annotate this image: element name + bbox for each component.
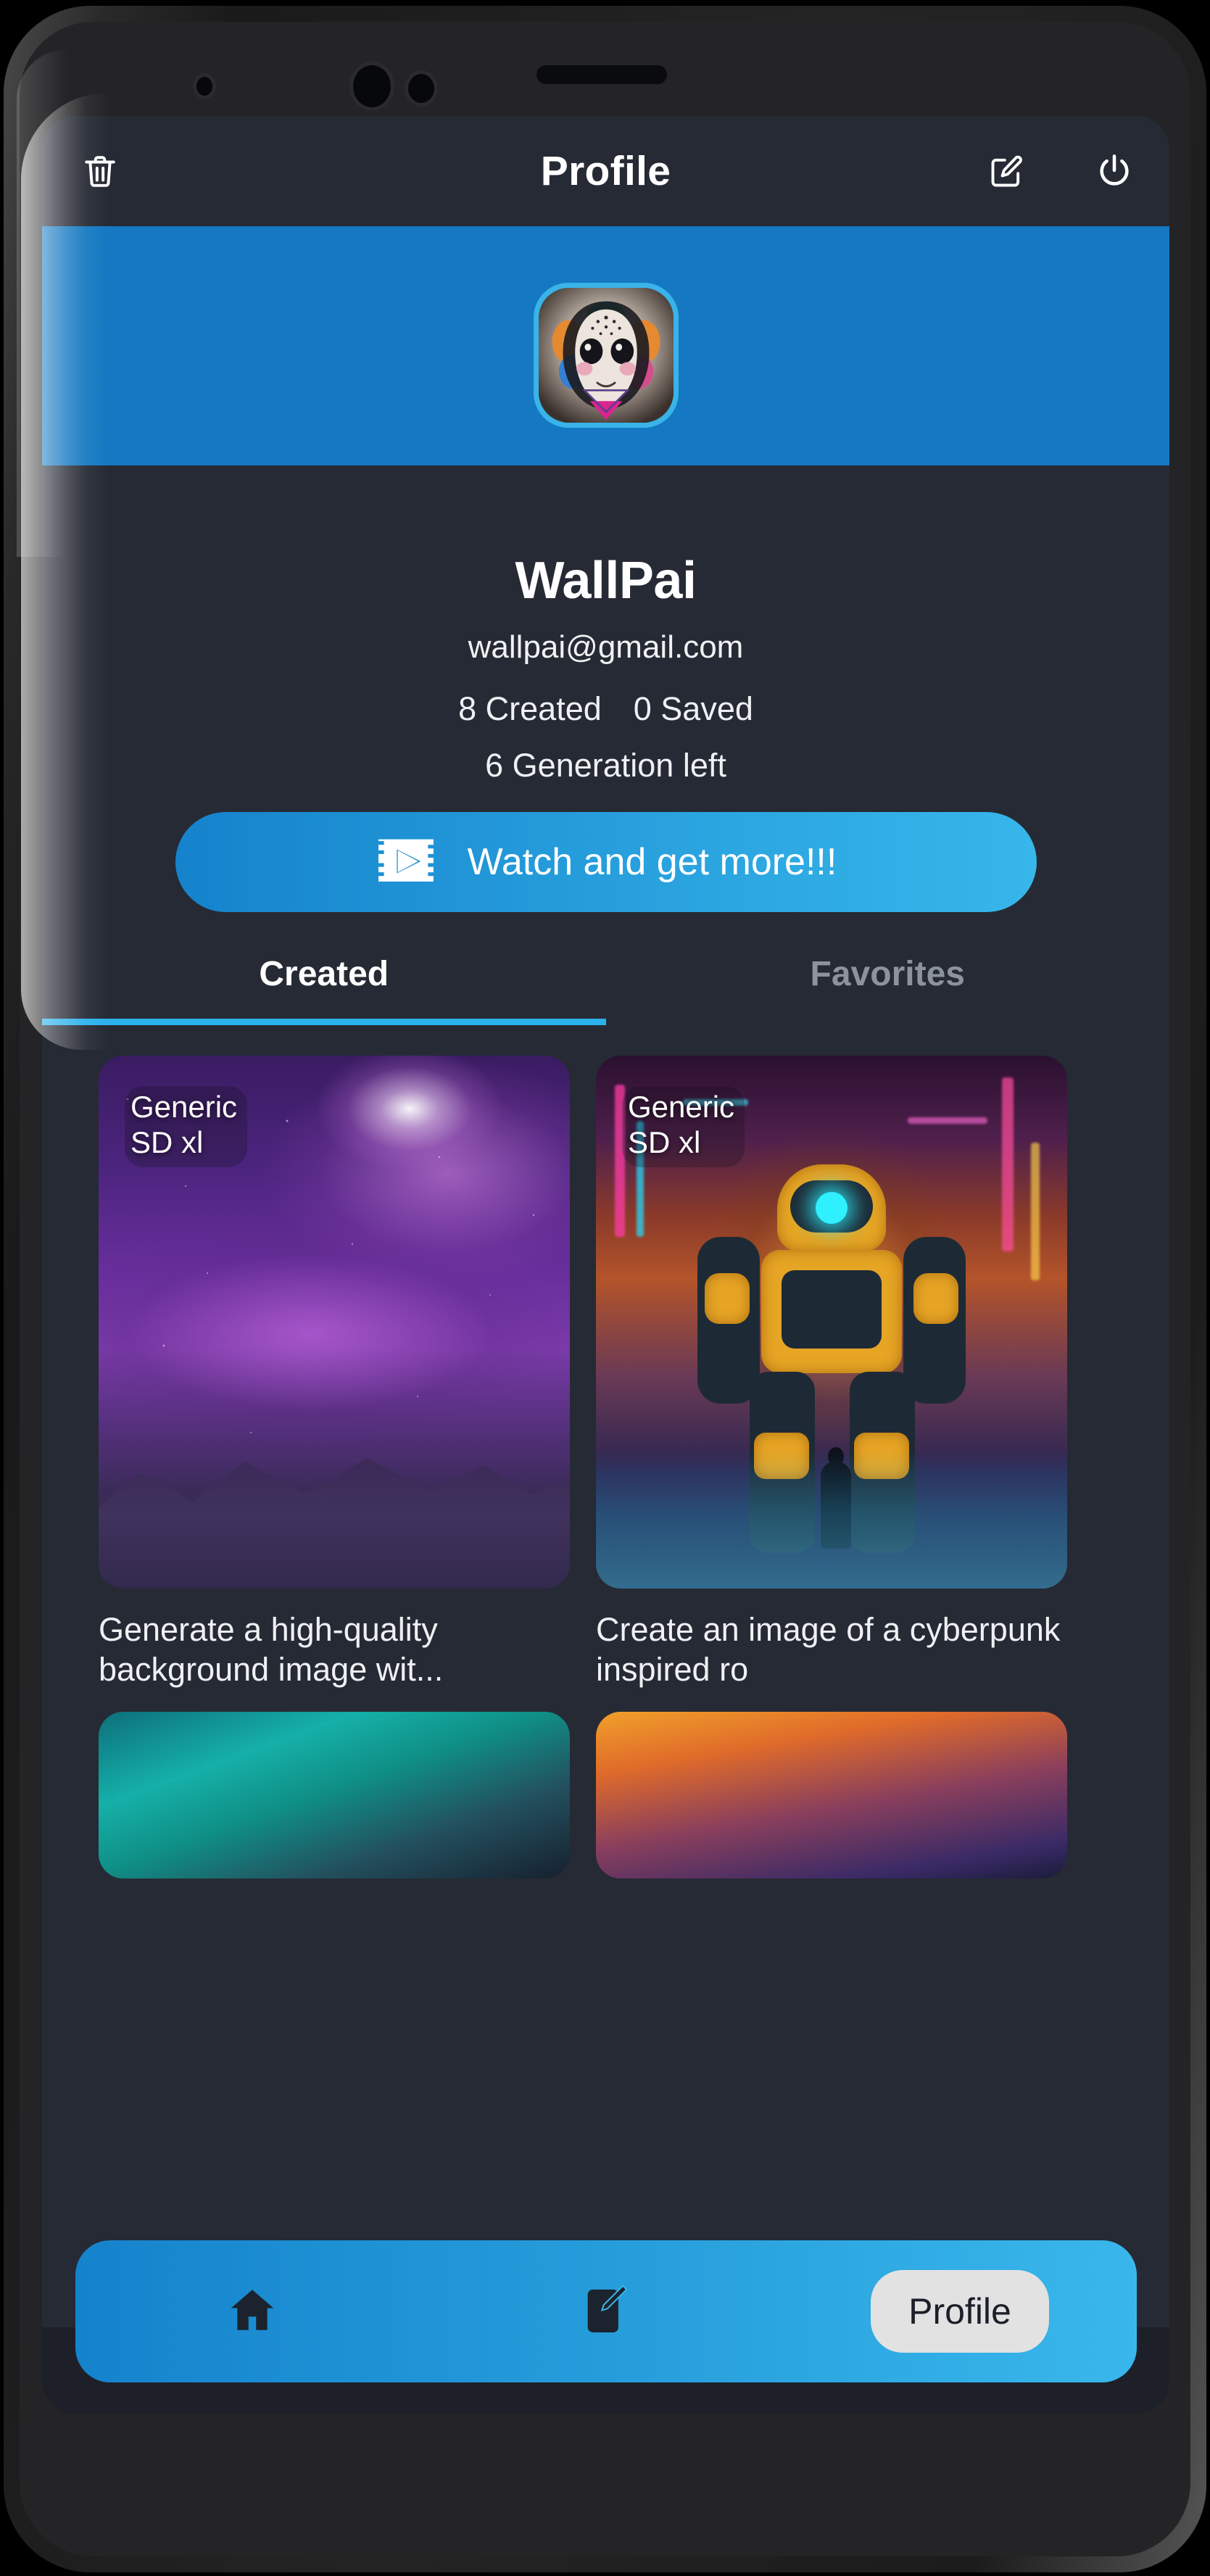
thumbnail-image[interactable]: Generic SD xl — [99, 1056, 570, 1589]
list-item[interactable] — [99, 1711, 570, 1879]
thumbnail-image[interactable] — [99, 1711, 570, 1879]
list-item[interactable]: Generic SD xl Create an image of a cyber… — [596, 1056, 1067, 1690]
bottom-navigation-bar: Profile — [75, 2240, 1137, 2382]
avatar[interactable] — [533, 283, 679, 428]
nav-item-create[interactable] — [429, 2283, 783, 2340]
list-item[interactable]: Generic SD xl Generate a high-quality ba… — [99, 1056, 570, 1690]
home-icon — [225, 2283, 279, 2340]
model-badge-line2: SD xl — [130, 1125, 204, 1160]
earpiece-speaker — [536, 65, 667, 84]
edit-square-icon[interactable] — [987, 149, 1027, 193]
front-camera-icon — [353, 65, 391, 107]
tab-favorites[interactable]: Favorites — [606, 954, 1170, 1025]
header-actions — [987, 149, 1135, 193]
trash-icon[interactable] — [80, 149, 120, 193]
email-text: wallpai@gmail.com — [468, 629, 744, 665]
model-badge-line1: Generic — [628, 1090, 735, 1124]
proximity-sensor-icon — [408, 74, 434, 103]
power-icon[interactable] — [1094, 149, 1135, 193]
watch-and-get-more-button[interactable]: Watch and get more!!! — [175, 812, 1037, 912]
model-badge: Generic SD xl — [622, 1086, 745, 1168]
display-name: WallPai — [515, 552, 697, 610]
app-header: Profile — [42, 116, 1169, 226]
profile-content: WallPai wallpai@gmail.com 8 Created 0 Sa… — [42, 465, 1169, 1879]
created-stat: 8 Created — [458, 690, 602, 727]
model-badge-line1: Generic — [130, 1090, 238, 1124]
sensor-dot-icon — [196, 77, 212, 96]
nav-profile-label: Profile — [871, 2270, 1049, 2353]
generations-left: 6 Generation left — [485, 747, 726, 784]
card-caption: Create an image of a cyberpunk inspired … — [596, 1611, 1061, 1688]
notch-sensor-row — [4, 64, 1206, 107]
model-badge: Generic SD xl — [125, 1086, 248, 1168]
video-ticket-icon — [375, 837, 437, 887]
avatar-mask-art — [538, 288, 674, 423]
phone-screen: Profile WallPai wallpai@gmail.com 8 Crea… — [42, 116, 1169, 2414]
compose-icon — [584, 2283, 629, 2340]
stats-row: 8 Created 0 Saved — [42, 690, 1169, 728]
model-badge-line2: SD xl — [628, 1125, 701, 1160]
saved-stat: 0 Saved — [633, 690, 753, 727]
gallery-grid-next-row — [42, 1690, 1169, 1879]
avatar-image — [538, 288, 674, 423]
gallery-grid: Generic SD xl Generate a high-quality ba… — [42, 1025, 1169, 1690]
gallery-tabs: Created Favorites — [42, 954, 1169, 1025]
phone-frame: Profile WallPai wallpai@gmail.com 8 Crea… — [4, 6, 1206, 2572]
thumbnail-image[interactable] — [596, 1711, 1067, 1879]
list-item[interactable] — [596, 1711, 1067, 1879]
watch-button-label: Watch and get more!!! — [467, 841, 837, 883]
nav-item-profile[interactable]: Profile — [783, 2270, 1137, 2353]
tab-created[interactable]: Created — [42, 954, 606, 1025]
nav-item-home[interactable] — [75, 2283, 429, 2340]
thumbnail-image[interactable]: Generic SD xl — [596, 1056, 1067, 1589]
card-caption: Generate a high-quality background image… — [99, 1611, 444, 1688]
